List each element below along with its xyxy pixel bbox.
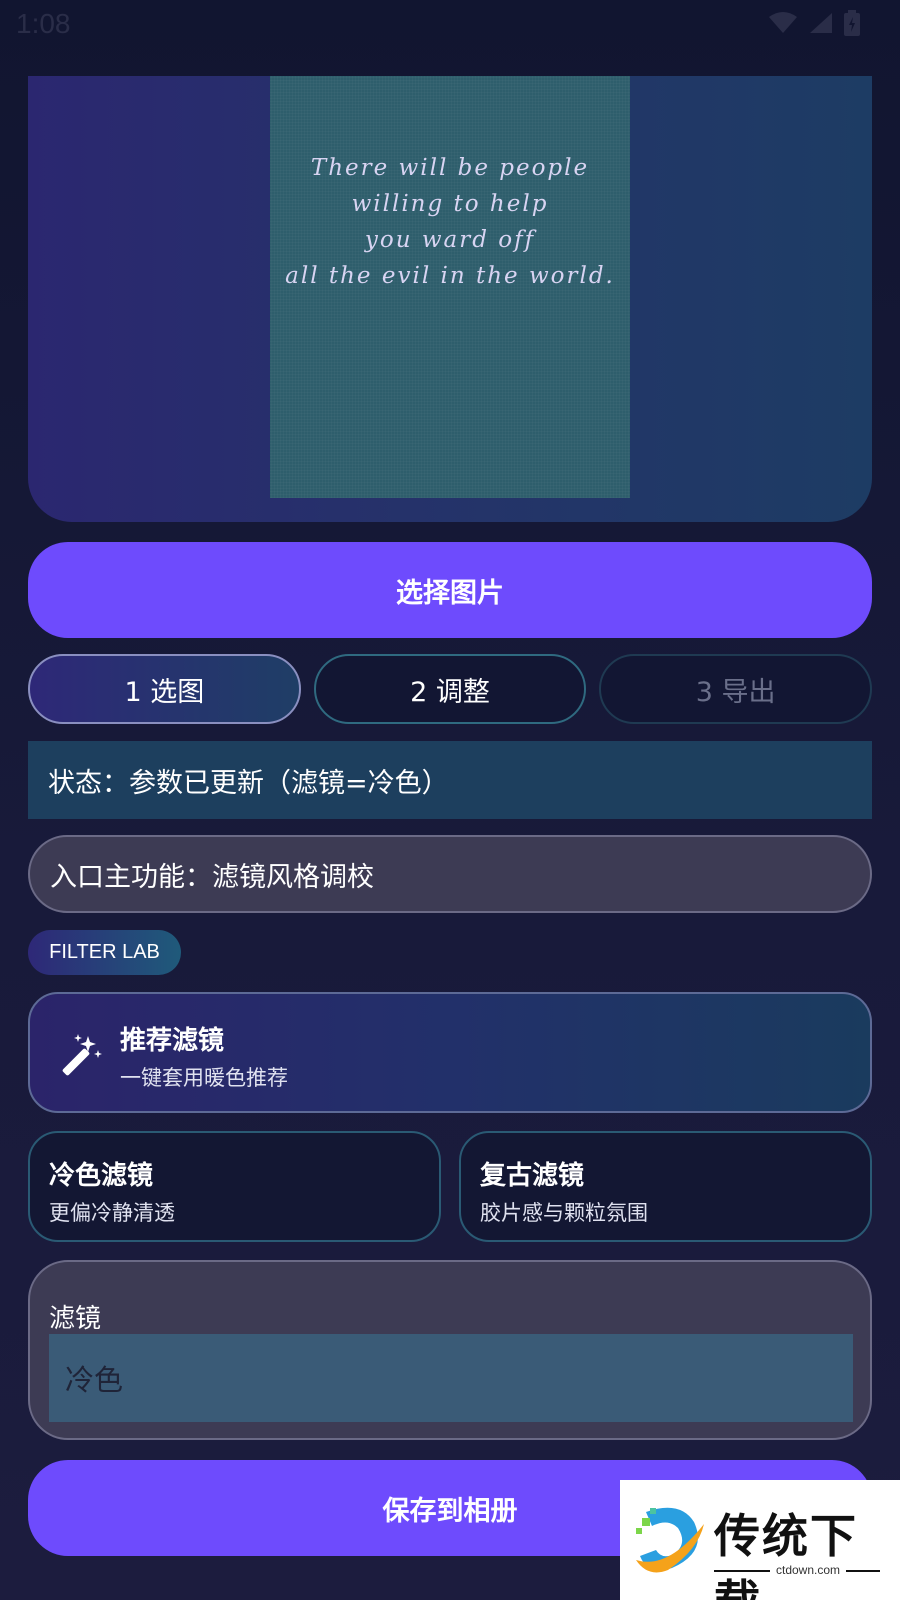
filter-input[interactable]: 冷色 — [49, 1334, 853, 1422]
app-screen: 1:08 There will be people willing to hel… — [0, 0, 900, 1600]
image-preview: There will be people willing to help you… — [28, 76, 872, 522]
step-tab-adjust[interactable]: 2 调整 — [313, 654, 587, 724]
status-message: 状态：参数已更新（滤镜=冷色） — [28, 741, 872, 819]
pick-image-button[interactable]: 选择图片 — [28, 542, 872, 638]
filter-field-label: 滤镜 — [49, 1304, 102, 1334]
recommend-filter-title: 推荐滤镜 — [120, 1026, 225, 1056]
signal-icon — [810, 13, 832, 33]
photo-text-line: you ward off — [364, 227, 536, 253]
photo-text-line: There will be people — [310, 155, 590, 181]
status-bar: 1:08 — [0, 0, 900, 50]
photo-text-line: willing to help — [351, 191, 549, 217]
step-tabs: 1 选图 2 调整 3 导出 — [28, 654, 873, 724]
step-tab-export[interactable]: 3 导出 — [599, 654, 873, 724]
vintage-filter-title: 复古滤镜 — [480, 1161, 585, 1191]
status-time: 1:08 — [16, 8, 71, 39]
watermark-title: 传统下载 — [714, 1509, 858, 1600]
step-tab-select[interactable]: 1 选图 — [28, 654, 301, 724]
recommend-filter-subtitle: 一键套用暖色推荐 — [120, 1066, 288, 1090]
status-icons — [768, 10, 860, 36]
photo-text-line: all the evil in the world. — [285, 263, 615, 289]
cold-filter-subtitle: 更偏冷静清透 — [49, 1201, 175, 1225]
watermark-logo-icon — [636, 1507, 704, 1573]
watermark: 传统下载 ctdown.com — [620, 1480, 900, 1600]
recommend-filter-card[interactable]: 推荐滤镜 一键套用暖色推荐 — [28, 992, 872, 1113]
watermark-subtitle: ctdown.com — [770, 1563, 847, 1577]
wifi-icon — [769, 12, 797, 33]
preview-photo: There will be people willing to help you… — [270, 76, 630, 498]
vintage-filter-card[interactable]: 复古滤镜 胶片感与颗粒氛围 — [459, 1131, 872, 1242]
filter-field-container: 滤镜 冷色 — [28, 1260, 872, 1440]
entry-feature-label: 入口主功能：滤镜风格调校 — [28, 835, 872, 913]
cold-filter-title: 冷色滤镜 — [49, 1161, 154, 1191]
battery-icon — [844, 10, 860, 36]
cold-filter-card[interactable]: 冷色滤镜 更偏冷静清透 — [28, 1131, 441, 1242]
magic-wand-icon — [62, 1034, 102, 1076]
vintage-filter-subtitle: 胶片感与颗粒氛围 — [480, 1201, 648, 1225]
filter-lab-tag: FILTER LAB — [28, 930, 181, 975]
